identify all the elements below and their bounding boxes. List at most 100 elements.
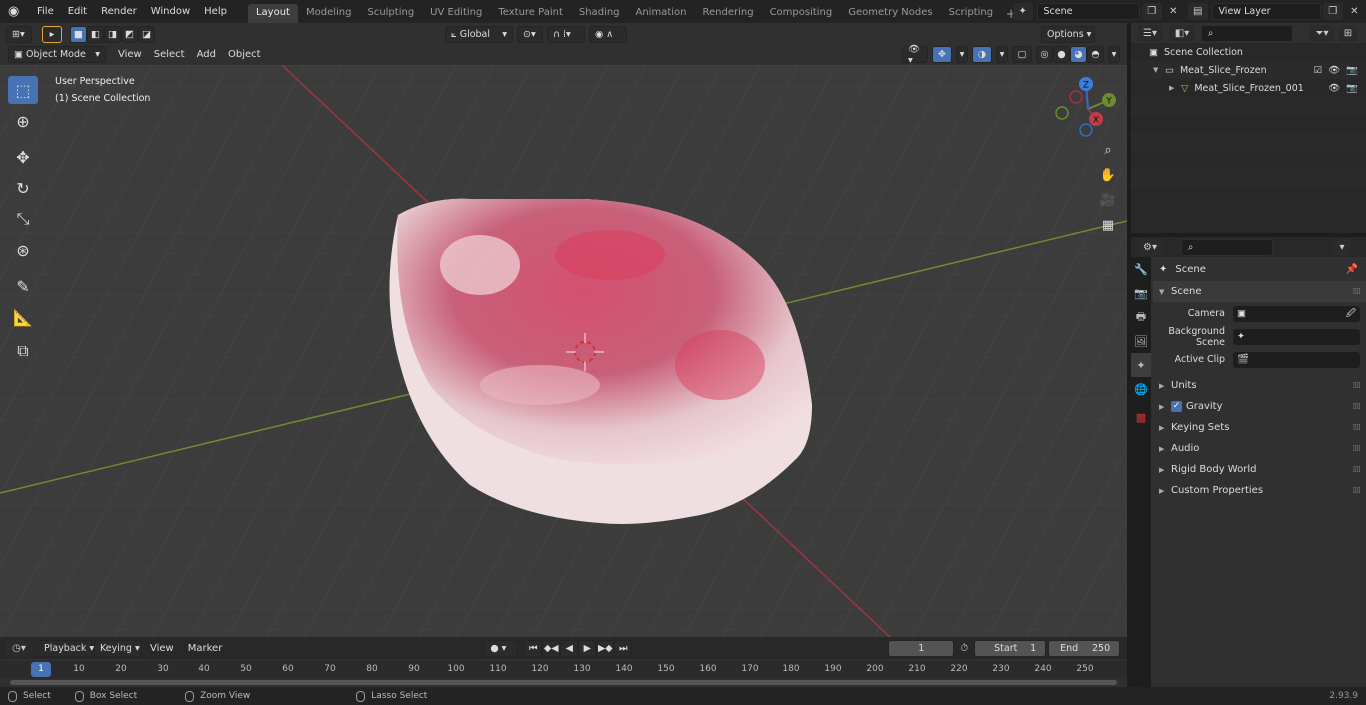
snap-icon[interactable]: ∩ ⁞▾ [547, 25, 585, 43]
units-panel[interactable]: ▶ Units ⁞⁞⁞⁞ [1153, 375, 1366, 396]
drag-handle-icon[interactable]: ⁞⁞⁞⁞ [1353, 423, 1362, 433]
gizmo-dropdown-icon[interactable]: ▾ [956, 46, 968, 63]
properties-editor-type-icon[interactable]: ⚙▾ [1137, 238, 1163, 256]
tab-animation[interactable]: Animation [628, 4, 695, 23]
start-frame-field[interactable]: Start 1 [974, 639, 1047, 657]
select-box-tool-icon[interactable]: ⬚ [8, 76, 38, 104]
scale-tool-icon[interactable]: ⤡ [8, 205, 38, 233]
background-scene-field[interactable]: ✦ [1233, 328, 1360, 345]
tab-layout[interactable]: Layout [247, 4, 298, 23]
world-tab-icon[interactable]: 🌐 [1131, 377, 1151, 401]
navigation-gizmo[interactable]: Y X Z [1054, 75, 1122, 143]
expand-right-icon[interactable]: ▶ [1169, 84, 1181, 92]
audio-panel[interactable]: ▶ Audio ⁞⁞⁞⁞ [1153, 438, 1366, 459]
drag-handle-icon[interactable]: ⁞⁞⁞⁞ [1353, 287, 1362, 297]
xray-toggle-icon[interactable]: ▢ [1012, 46, 1032, 63]
display-mode-icon[interactable]: ◧▾ [1169, 24, 1195, 42]
end-frame-field[interactable]: End 250 [1048, 639, 1121, 657]
jump-start-icon[interactable]: ⏮ [524, 639, 543, 657]
overlay-toggle-icon[interactable]: ◑ [972, 46, 992, 63]
measure-tool-icon[interactable]: 📐 [8, 303, 38, 331]
tab-modeling[interactable]: Modeling [298, 4, 360, 23]
outliner-row-collection[interactable]: ▼ ▭ Meat_Slice_Frozen ☑ 👁 📷 [1131, 61, 1366, 79]
outliner-row-object[interactable]: ▶ ▽ Meat_Slice_Frozen_001 👁 📷 [1131, 79, 1366, 97]
rendered-shading-icon[interactable]: ◓ [1087, 46, 1104, 63]
play-icon[interactable]: ▶ [578, 639, 597, 657]
viewport-menu-select[interactable]: Select [148, 49, 191, 60]
rigid-body-world-panel[interactable]: ▶ Rigid Body World ⁞⁞⁞⁞ [1153, 459, 1366, 480]
overlay-dropdown-icon[interactable]: ▾ [996, 46, 1008, 63]
tab-sculpting[interactable]: Sculpting [359, 4, 422, 23]
frame-ruler[interactable]: 1 10 20 30 40 50 60 70 80 90 100 110 120… [0, 661, 1127, 679]
close-scene-icon[interactable]: ✕ [1164, 3, 1184, 20]
gravity-checkbox[interactable]: ✓ [1171, 401, 1182, 412]
drag-handle-icon[interactable]: ⁞⁞⁞⁞ [1353, 381, 1362, 391]
tool-tab-icon[interactable]: 🔧 [1131, 257, 1151, 281]
eye-icon[interactable]: 👁 [1328, 83, 1340, 94]
stopwatch-icon[interactable]: ⏱ [960, 643, 968, 654]
camera-view-icon[interactable]: 🎥 [1097, 190, 1119, 212]
record-icon[interactable]: ● ▾ [484, 639, 519, 657]
close-view-layer-icon[interactable]: ✕ [1345, 3, 1365, 20]
camera-field[interactable]: ▣ 🖉 [1233, 305, 1360, 322]
proportional-edit-icon[interactable]: ◉ ∧ [589, 25, 627, 43]
pin-icon[interactable]: 📌 [1346, 264, 1358, 275]
copy-scene-icon[interactable]: ❐ [1142, 2, 1162, 20]
output-tab-icon[interactable]: 🖶 [1131, 305, 1151, 329]
scene-tab-icon[interactable]: ✦ [1131, 353, 1151, 377]
view-layer-tab-icon[interactable]: 🖼 [1131, 329, 1151, 353]
custom-properties-panel[interactable]: ▶ Custom Properties ⁞⁞⁞⁞ [1153, 480, 1366, 501]
drag-handle-icon[interactable]: ⁞⁞⁞⁞ [1353, 402, 1362, 412]
drag-handle-icon[interactable]: ⁞⁞⁞⁞ [1353, 465, 1362, 475]
timeline-menu-marker[interactable]: Marker [188, 643, 223, 654]
checkbox-icon[interactable]: ☑ [1314, 65, 1323, 76]
select-extend-icon[interactable]: ◧ [87, 25, 104, 43]
tab-geometry-nodes[interactable]: Geometry Nodes [840, 4, 940, 23]
menu-edit[interactable]: Edit [61, 0, 94, 23]
3d-viewport[interactable]: User Perspective (1) Scene Collection ⬚ … [0, 65, 1127, 637]
scene-name-field[interactable]: Scene [1036, 2, 1141, 20]
camera-icon[interactable]: 📷 [1346, 65, 1358, 76]
pivot-point-icon[interactable]: ⊙▾ [517, 25, 543, 43]
view-layer-name-field[interactable]: View Layer [1211, 2, 1321, 20]
options-dropdown[interactable]: Options ▾ [1041, 25, 1095, 43]
expand-down-icon[interactable]: ▼ [1153, 66, 1165, 74]
transform-orientation-dropdown[interactable]: ⟀ Global ▾ [445, 25, 513, 43]
tab-compositing[interactable]: Compositing [762, 4, 841, 23]
timeline-scrollbar[interactable] [10, 680, 1117, 685]
drag-handle-icon[interactable]: ⁞⁞⁞⁞ [1353, 444, 1362, 454]
material-preview-shading-icon[interactable]: ◕ [1070, 46, 1087, 63]
outliner-row-scene-collection[interactable]: ▣ Scene Collection [1131, 43, 1366, 61]
visibility-icon[interactable]: 👁▾ [902, 44, 928, 66]
eyedropper-icon[interactable]: 🖉 [1346, 306, 1356, 322]
blender-logo-icon[interactable]: ◉ [8, 4, 24, 20]
shading-dropdown-icon[interactable]: ▾ [1108, 46, 1120, 63]
render-tab-icon[interactable]: 📷 [1131, 281, 1151, 305]
filter-icon[interactable]: ⏷▾ [1309, 24, 1335, 42]
prev-keyframe-icon[interactable]: ◆◀ [542, 639, 561, 657]
tweak-tool-icon[interactable]: ▸ [42, 25, 62, 43]
new-collection-icon[interactable]: ⊞ [1339, 24, 1357, 42]
current-frame-field[interactable]: 1 [888, 639, 955, 657]
menu-help[interactable]: Help [197, 0, 234, 23]
jump-end-icon[interactable]: ⏭ [614, 639, 633, 657]
viewport-menu-add[interactable]: Add [191, 49, 222, 60]
gravity-panel[interactable]: ▶ ✓ Gravity ⁞⁞⁞⁞ [1153, 396, 1366, 417]
timeline-editor-type-icon[interactable]: ◷▾ [6, 639, 32, 657]
scene-icon[interactable]: ✦ [1013, 2, 1033, 20]
move-tool-icon[interactable]: ✥ [8, 143, 38, 171]
next-keyframe-icon[interactable]: ▶◆ [596, 639, 615, 657]
properties-options-icon[interactable]: ▾ [1333, 238, 1351, 256]
select-subtract-icon[interactable]: ◨ [104, 25, 121, 43]
object-mode-dropdown[interactable]: ▣ Object Mode ▾ [8, 46, 106, 63]
menu-window[interactable]: Window [144, 0, 197, 23]
viewport-menu-object[interactable]: Object [222, 49, 267, 60]
eye-icon[interactable]: 👁 [1328, 65, 1340, 76]
transform-tool-icon[interactable]: ⊛ [8, 236, 38, 264]
add-cube-tool-icon[interactable]: ⧉ [8, 337, 38, 365]
perspective-toggle-icon[interactable]: ▦ [1097, 215, 1119, 237]
viewport-menu-view[interactable]: View [112, 49, 148, 60]
tab-scripting[interactable]: Scripting [941, 4, 1001, 23]
rotate-tool-icon[interactable]: ↻ [8, 174, 38, 202]
select-new-icon[interactable]: ■ [70, 25, 87, 43]
